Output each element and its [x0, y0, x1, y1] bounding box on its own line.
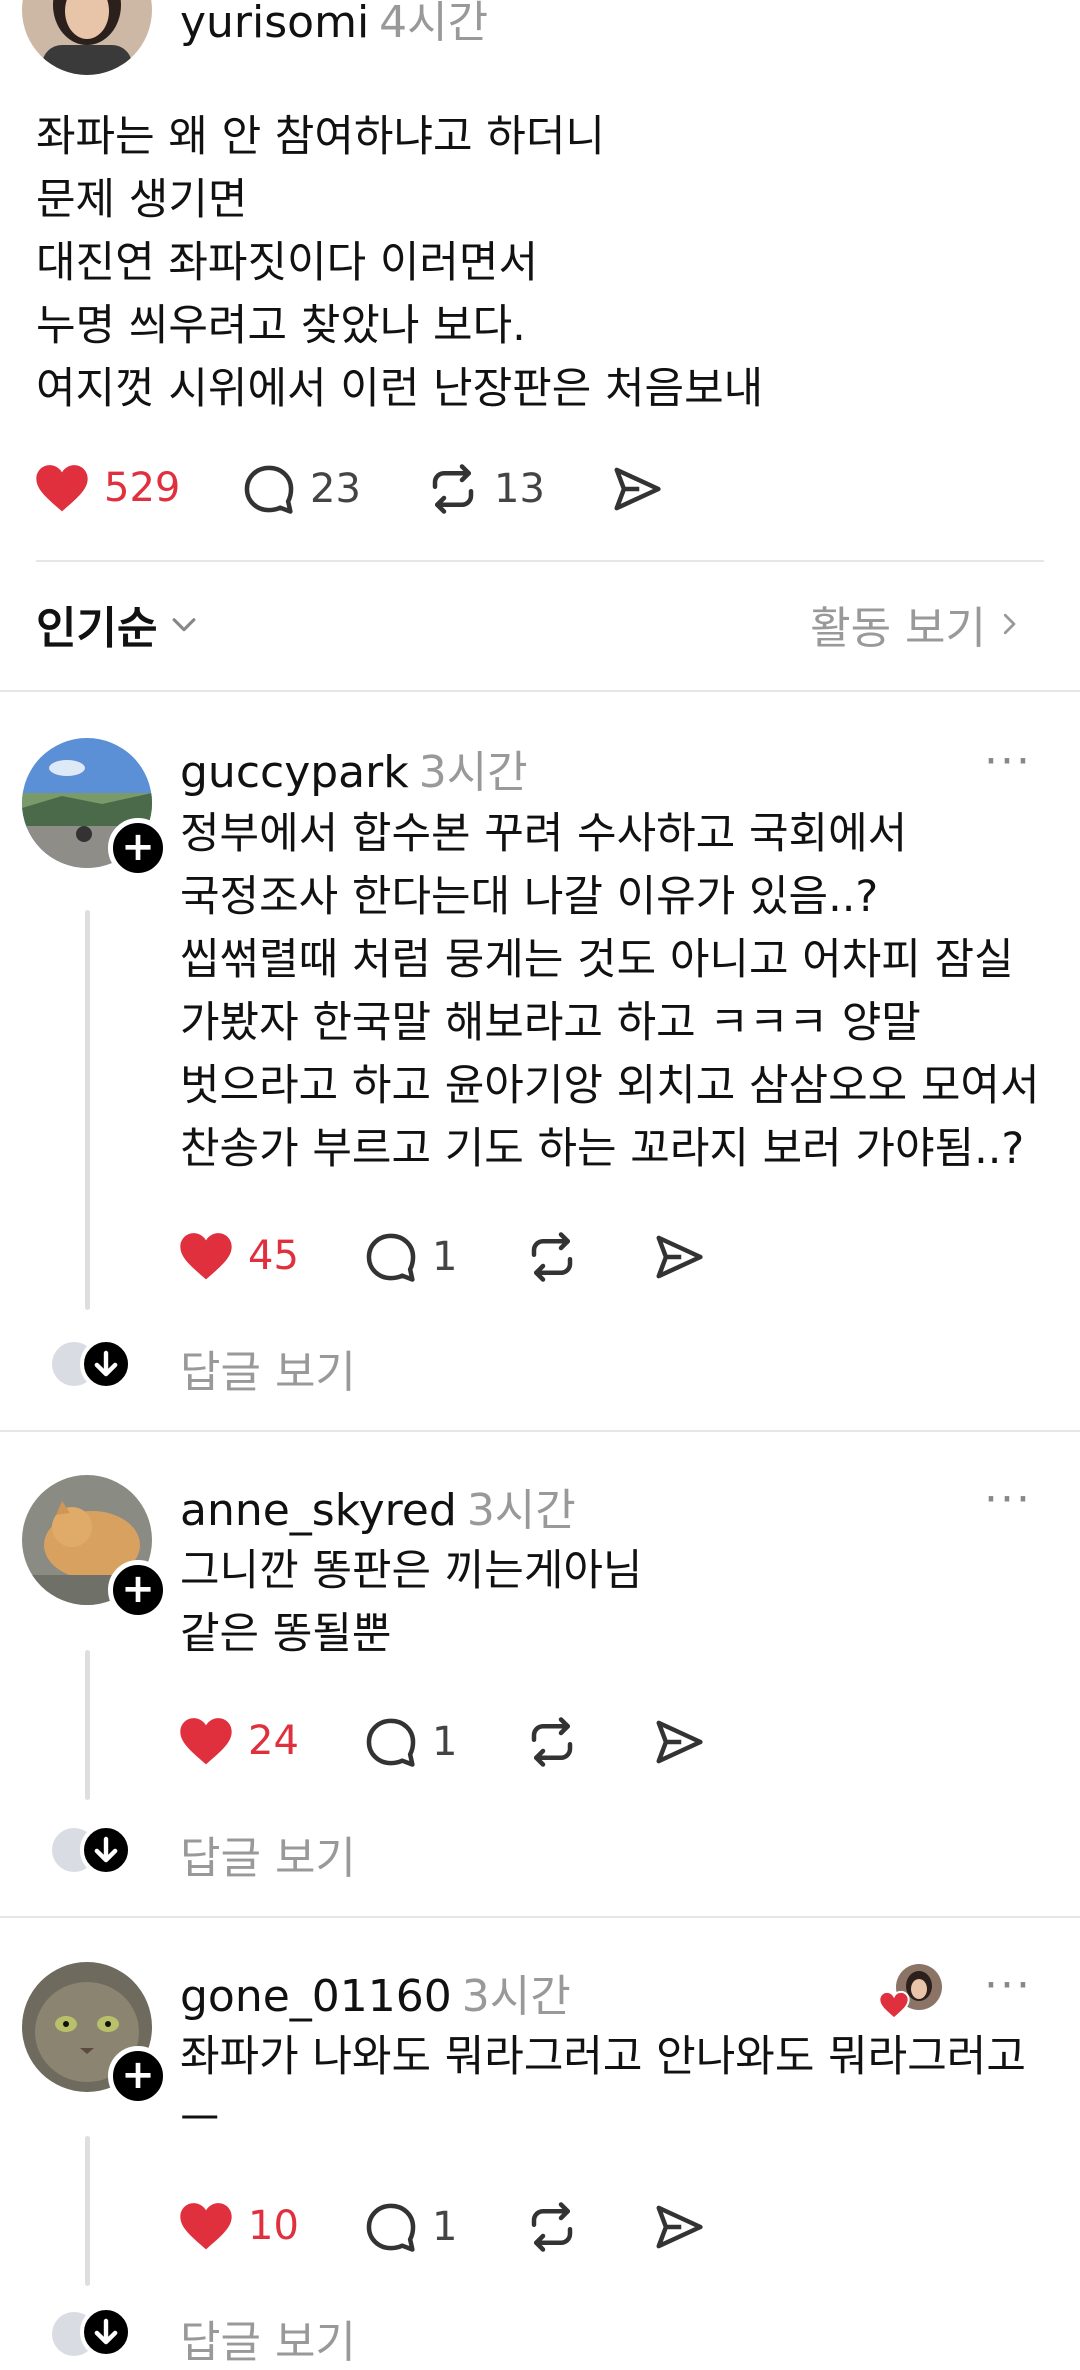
reply-timestamp: 3시간 — [418, 747, 528, 798]
arrow-down-icon[interactable] — [80, 2306, 132, 2358]
comment-icon — [366, 2203, 416, 2252]
arrow-down-icon[interactable] — [80, 1338, 132, 1390]
heart-icon — [180, 1233, 232, 1280]
reply-body: 정부에서 합수본 꾸려 수사하고 국회에서 국정조사 한다는대 나갈 이유가 있… — [180, 803, 1040, 1181]
reply-share-button[interactable] — [652, 2200, 706, 2254]
heart-icon — [878, 1990, 910, 2020]
reply-comment-button[interactable]: 1 — [364, 2200, 457, 2254]
reply-share-button[interactable] — [652, 1715, 706, 1769]
section-divider — [0, 690, 1080, 692]
reply-timestamp: 3시간 — [466, 1485, 576, 1536]
share-icon — [656, 1235, 703, 1279]
reply-username[interactable]: guccypark 3시간 — [180, 736, 528, 800]
comment-icon — [366, 1233, 416, 1282]
username-text[interactable]: yurisomi — [180, 0, 369, 48]
follow-plus-icon[interactable]: + — [108, 1560, 168, 1620]
reply-comment-button[interactable]: 1 — [364, 1230, 457, 1284]
reply-line: 같은 똥될뿐 — [180, 1609, 392, 1659]
view-replies-link[interactable]: 답글 보기 — [180, 1822, 356, 1886]
comment-icon — [366, 1718, 416, 1767]
reply-line: 국정조사 한다는대 나갈 이유가 있음..? — [180, 872, 879, 922]
reply-comment-button[interactable]: 1 — [364, 1715, 457, 1769]
thread-line — [85, 910, 90, 1310]
share-icon — [656, 2205, 703, 2249]
heart-icon — [36, 465, 88, 512]
post-like-button[interactable]: 529 — [34, 462, 180, 514]
arrow-down-icon[interactable] — [80, 1824, 132, 1876]
reply-like-button[interactable]: 45 — [178, 1230, 299, 1282]
post-divider — [36, 560, 1044, 562]
username-text[interactable]: guccypark — [180, 747, 409, 798]
heart-icon — [180, 1718, 232, 1765]
more-icon[interactable]: ··· — [984, 1474, 1032, 1525]
like-count: 10 — [248, 2203, 299, 2249]
thread-line — [85, 2136, 90, 2286]
reply-share-button[interactable] — [652, 1230, 706, 1284]
reply-repost-button[interactable] — [525, 2200, 579, 2254]
sort-dropdown[interactable]: 인기순 — [36, 592, 201, 656]
view-replies-link[interactable]: 답글 보기 — [180, 2306, 356, 2370]
reply-line: 가봤자 한국말 해보라고 하고 ㅋㅋㅋ 양말 — [180, 998, 921, 1048]
follow-plus-icon[interactable]: + — [108, 2046, 168, 2106]
repost-icon — [531, 1717, 573, 1767]
view-replies-link[interactable]: 답글 보기 — [180, 1336, 356, 1400]
reply-body: 그니깐 똥판은 끼는게아님 같은 똥될뿐 — [180, 1540, 643, 1666]
repost-icon — [531, 1232, 573, 1282]
like-count: 24 — [248, 1718, 299, 1764]
reply-body: 좌파가 나와도 뭐라그러고 안나와도 뭐라그러고 ㅡ — [180, 2026, 1026, 2152]
reply-like-button[interactable]: 24 — [178, 1715, 299, 1767]
comment-count: 1 — [432, 1719, 458, 1765]
more-icon[interactable]: ··· — [984, 736, 1032, 787]
repost-count: 13 — [494, 466, 545, 512]
comment-count: 1 — [432, 1234, 458, 1280]
activity-label[interactable]: 활동 보기 — [810, 592, 986, 656]
post-timestamp: 4시간 — [379, 0, 489, 48]
reply-line: 좌파가 나와도 뭐라그러고 안나와도 뭐라그러고 — [180, 2032, 1026, 2082]
reply-repost-button[interactable] — [525, 1230, 579, 1284]
post-line: 대진연 좌파짓이다 이러면서 — [36, 238, 539, 288]
username-text[interactable]: gone_01160 — [180, 1971, 452, 2022]
reply-line: 그니깐 똥판은 끼는게아님 — [180, 1546, 643, 1596]
sort-label[interactable]: 인기순 — [36, 592, 157, 656]
post-repost-button[interactable]: 13 — [426, 462, 545, 516]
username-text[interactable]: anne_skyred — [180, 1485, 457, 1536]
post-line: 여지껏 시위에서 이런 난장판은 처음보내 — [36, 364, 764, 414]
reply-line: 벗으라고 하고 윤아기앙 외치고 삼삼오오 모여서 — [180, 1061, 1040, 1111]
repost-icon — [531, 2202, 573, 2252]
comment-icon — [244, 465, 294, 514]
share-icon — [614, 467, 661, 511]
post-username[interactable]: yurisomi 4시간 — [180, 0, 488, 50]
post-line: 누명 씌우려고 찾았나 보다. — [36, 301, 526, 351]
post-line: 문제 생기면 — [36, 175, 248, 225]
activity-link[interactable]: 활동 보기 — [810, 592, 1024, 656]
post-line: 좌파는 왜 안 참여하냐고 하더니 — [36, 112, 605, 162]
reply-line: 정부에서 합수본 꾸려 수사하고 국회에서 — [180, 809, 908, 859]
like-count: 529 — [104, 465, 181, 511]
reply-divider — [0, 1916, 1080, 1918]
chevron-down-icon — [172, 618, 196, 632]
post-body: 좌파는 왜 안 참여하냐고 하더니 문제 생기면 대진연 좌파짓이다 이러면서 … — [36, 106, 763, 421]
reply-like-button[interactable]: 10 — [178, 2200, 299, 2252]
post-comment-button[interactable]: 23 — [242, 462, 361, 516]
reply-username[interactable]: gone_01160 3시간 — [180, 1960, 571, 2024]
share-icon — [656, 1720, 703, 1764]
comment-count: 23 — [310, 466, 361, 512]
post-share-button[interactable] — [610, 462, 664, 516]
comment-count: 1 — [432, 2204, 458, 2250]
reply-line: 씹썪렬때 처럼 뭉게는 것도 아니고 어차피 잠실 — [180, 935, 1014, 985]
like-count: 45 — [248, 1233, 299, 1279]
reply-timestamp: 3시간 — [461, 1971, 571, 2022]
chevron-right-icon — [1003, 613, 1016, 635]
more-icon[interactable]: ··· — [984, 1960, 1032, 2011]
reply-repost-button[interactable] — [525, 1715, 579, 1769]
repost-icon — [432, 464, 474, 514]
post-avatar[interactable] — [22, 0, 152, 75]
heart-icon — [180, 2203, 232, 2250]
reply-line: 찬송가 부르고 기도 하는 꼬라지 보러 가야됨..? — [180, 1124, 1025, 1174]
thread-line — [85, 1650, 90, 1800]
reply-username[interactable]: anne_skyred 3시간 — [180, 1474, 576, 1538]
follow-plus-icon[interactable]: + — [108, 818, 168, 878]
reply-divider — [0, 1430, 1080, 1432]
reply-line: ㅡ — [180, 2095, 220, 2145]
